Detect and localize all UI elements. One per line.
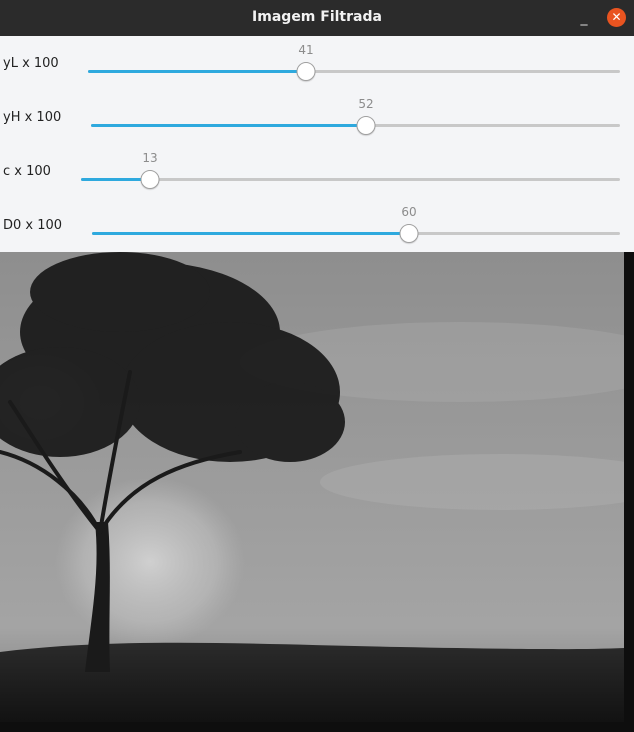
slider-row-c: c x 100 13 [0, 144, 634, 198]
window-title: Imagem Filtrada [252, 9, 382, 25]
filtered-image [0, 252, 634, 732]
slider-row-yh: yH x 100 52 [0, 90, 634, 144]
slider-fill-yl [88, 70, 306, 73]
slider-value-c: 13 [142, 151, 158, 165]
slider-panel: yL x 100 41 yH x 100 52 c x 100 13 D0 x … [0, 36, 634, 252]
slider-thumb-yh[interactable] [356, 116, 376, 135]
slider-thumb-d0[interactable] [399, 224, 419, 243]
slider-value-yl: 41 [298, 43, 314, 57]
slider-label-d0: D0 x 100 [3, 218, 63, 233]
filtered-image-canvas [0, 252, 634, 732]
slider-track-yh[interactable] [91, 116, 620, 135]
slider-value-yh: 52 [358, 97, 374, 111]
minimize-icon[interactable]: _ [576, 10, 592, 26]
slider-track-d0[interactable] [92, 224, 620, 243]
slider-thumb-c[interactable] [140, 170, 160, 189]
slider-fill-yh [91, 124, 366, 127]
close-icon[interactable]: ✕ [607, 8, 626, 27]
slider-row-yl: yL x 100 41 [0, 36, 634, 90]
slider-label-yh: yH x 100 [3, 110, 62, 125]
window-titlebar: Imagem Filtrada _ ✕ [0, 0, 634, 36]
slider-thumb-yl[interactable] [296, 62, 316, 81]
slider-track-yl[interactable] [88, 62, 620, 81]
slider-label-c: c x 100 [3, 164, 51, 179]
slider-fill-d0 [92, 232, 409, 235]
slider-value-d0: 60 [401, 205, 417, 219]
slider-track-c[interactable] [81, 170, 620, 189]
slider-label-yl: yL x 100 [3, 56, 59, 71]
slider-row-d0: D0 x 100 60 [0, 198, 634, 252]
